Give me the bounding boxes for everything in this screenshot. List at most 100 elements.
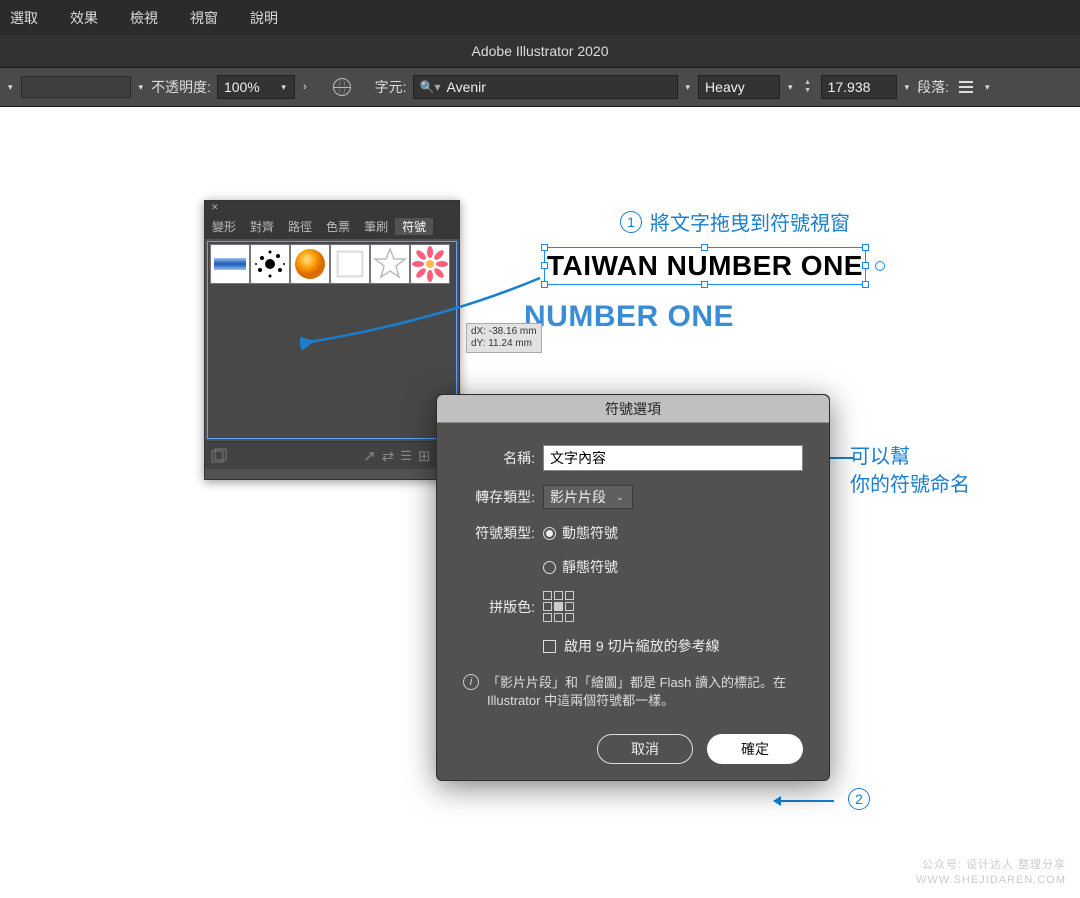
menu-view[interactable]: 檢視 — [130, 8, 158, 28]
footer-line: 公众号: 设计达人 整理分享 — [916, 858, 1066, 873]
slice-checkbox[interactable] — [543, 640, 556, 653]
control-bar: ▾ ▾ 不透明度: 100% ▾ › 字元: 🔍▾ Avenir ▾ Heavy… — [0, 67, 1080, 107]
font-weight-value: Heavy — [705, 79, 745, 95]
symbol-thumb[interactable] — [250, 244, 290, 284]
symbol-thumb[interactable] — [210, 244, 250, 284]
chevron-down-icon[interactable]: ▾ — [684, 82, 693, 93]
export-type-dropdown[interactable]: 影片片段 ⌄ — [543, 485, 633, 509]
resize-handle[interactable] — [541, 262, 548, 269]
footer-credit: 公众号: 设计达人 整理分享 WWW.SHEJIDAREN.COM — [916, 858, 1066, 888]
text-object-selection[interactable]: TAIWAN NUMBER ONE — [544, 247, 866, 285]
menu-effect[interactable]: 效果 — [70, 8, 98, 28]
symbol-thumb[interactable] — [330, 244, 370, 284]
tab-symbols[interactable]: 符號 — [395, 218, 433, 235]
symbol-thumb[interactable] — [290, 244, 330, 284]
panel-footer: ↗ ⇄ ☰ ⊞ 🗑 — [205, 441, 459, 469]
resize-handle[interactable] — [701, 281, 708, 288]
export-type-value: 影片片段 — [550, 487, 606, 507]
name-label: 名稱: — [463, 448, 535, 468]
footer-line: WWW.SHEJIDAREN.COM — [916, 873, 1066, 888]
resize-handle[interactable] — [862, 262, 869, 269]
menu-select[interactable]: 選取 — [10, 8, 38, 28]
font-weight-field[interactable]: Heavy — [698, 75, 780, 99]
dialog-title: 符號選項 — [437, 395, 829, 423]
export-type-label: 轉存類型: — [463, 487, 535, 507]
cancel-button[interactable]: 取消 — [597, 734, 693, 764]
font-size-value: 17.938 — [828, 79, 871, 95]
symbols-panel: ✕ 變形 對齊 路徑 色票 筆刷 符號 ↗ ⇄ ☰ ⊞ 🗑 — [204, 200, 460, 480]
app-titlebar: Adobe Illustrator 2020 — [0, 35, 1080, 67]
callout-text: 你的符號命名 — [850, 471, 970, 499]
menu-help[interactable]: 說明 — [250, 8, 278, 28]
chevron-down-icon: ▾ — [279, 82, 288, 93]
arrow-icon — [774, 800, 834, 802]
tab-swatches[interactable]: 色票 — [319, 218, 357, 235]
tab-transform[interactable]: 變形 — [205, 218, 243, 235]
text-port-icon[interactable] — [875, 261, 885, 271]
opacity-value: 100% — [224, 79, 260, 95]
drag-ghost-text: NUMBER ONE — [524, 300, 734, 334]
place-symbol-icon[interactable]: ↗ — [363, 447, 376, 465]
tab-pathfinder[interactable]: 路徑 — [281, 218, 319, 235]
search-icon: 🔍▾ — [420, 80, 441, 94]
resize-handle[interactable] — [701, 244, 708, 251]
opacity-field[interactable]: 100% ▾ — [217, 75, 295, 99]
symbol-options-dialog: 符號選項 名稱: 轉存類型: 影片片段 ⌄ 符號類型: 動態符號 靜態符號 拼版… — [436, 394, 830, 781]
radio-label: 靜態符號 — [562, 557, 618, 577]
panel-titlebar[interactable]: ✕ — [205, 201, 459, 213]
drag-dy: dY: 11.24 mm — [471, 338, 537, 350]
radio-dynamic[interactable] — [543, 527, 556, 540]
opacity-label: 不透明度: — [151, 77, 211, 97]
panel-tabs: 變形 對齊 路徑 色票 筆刷 符號 — [205, 213, 459, 239]
step-number-icon: 1 — [620, 211, 642, 233]
resize-handle[interactable] — [862, 244, 869, 251]
radio-static[interactable] — [543, 561, 556, 574]
info-text: 「影片片段」和「繪圖」都是 Flash 讀入的標記。在 Illustrator … — [487, 674, 787, 710]
text-content: TAIWAN NUMBER ONE — [547, 250, 863, 282]
symbol-thumb[interactable] — [370, 244, 410, 284]
app-title: Adobe Illustrator 2020 — [472, 43, 609, 59]
registration-label: 拼版色: — [463, 597, 535, 617]
symbols-list[interactable] — [207, 241, 457, 439]
registration-grid[interactable] — [543, 591, 574, 622]
tab-brushes[interactable]: 筆刷 — [357, 218, 395, 235]
chevron-down-icon[interactable]: ▾ — [786, 82, 795, 93]
font-size-field[interactable]: 17.938 — [821, 75, 897, 99]
new-symbol-icon[interactable]: ⊞ — [418, 447, 431, 465]
callout-text: 將文字拖曳到符號視窗 — [650, 207, 850, 236]
chevron-down-icon: ⌄ — [614, 492, 626, 503]
size-stepper[interactable]: ▲▼ — [801, 79, 815, 95]
library-icon[interactable] — [211, 448, 227, 464]
symbol-type-label: 符號類型: — [463, 523, 535, 543]
chevron-down-icon[interactable]: ▾ — [903, 82, 912, 93]
callout-step1: 1 將文字拖曳到符號視窗 — [620, 207, 850, 236]
app-menubar: 選取 效果 檢視 視窗 說明 — [0, 0, 1080, 35]
resize-handle[interactable] — [541, 281, 548, 288]
tab-align[interactable]: 對齊 — [243, 218, 281, 235]
font-family-field[interactable]: 🔍▾ Avenir — [413, 75, 678, 99]
symbol-thumb[interactable] — [410, 244, 450, 284]
font-name: Avenir — [446, 79, 485, 95]
drag-dx: dX: -38.16 mm — [471, 326, 537, 338]
step-number-icon: 2 — [848, 788, 870, 810]
menu-window[interactable]: 視窗 — [190, 8, 218, 28]
ok-button[interactable]: 確定 — [707, 734, 803, 764]
chevron-down-icon[interactable]: ▾ — [137, 82, 146, 93]
symbol-options-icon[interactable]: ☰ — [400, 448, 412, 464]
character-label: 字元: — [375, 77, 407, 97]
drag-offset-tooltip: dX: -38.16 mm dY: 11.24 mm — [466, 323, 542, 353]
close-icon[interactable]: ✕ — [211, 202, 219, 213]
info-icon: i — [463, 674, 479, 690]
globe-icon[interactable] — [333, 78, 351, 96]
appearance-swatch[interactable] — [21, 76, 131, 98]
radio-label: 動態符號 — [562, 523, 618, 543]
checkbox-label: 啟用 9 切片縮放的參考線 — [564, 636, 720, 656]
symbol-name-input[interactable] — [543, 445, 803, 471]
chevron-down-icon[interactable]: ▾ — [983, 82, 992, 93]
paragraph-align-icon[interactable] — [955, 76, 977, 98]
break-link-icon[interactable]: ⇄ — [382, 447, 395, 465]
chevron-down-icon[interactable]: ▾ — [6, 82, 15, 93]
chevron-right-icon[interactable]: › — [301, 81, 309, 93]
resize-handle[interactable] — [541, 244, 548, 251]
resize-handle[interactable] — [862, 281, 869, 288]
